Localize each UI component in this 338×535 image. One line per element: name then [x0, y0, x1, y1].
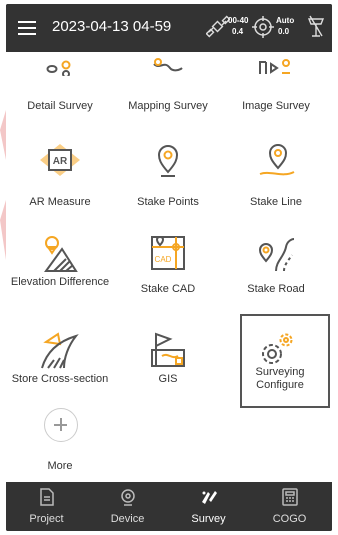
tile-stake-road[interactable]: Stake Road	[222, 217, 330, 317]
tile-label: Mapping Survey	[128, 100, 208, 112]
more-button[interactable]	[44, 408, 78, 442]
app-frame: 2023-04-13 04-59 00-40 0.4 Auto 0.0 Deta…	[6, 4, 332, 531]
tile-label: GIS	[158, 373, 178, 385]
status-bar: 2023-04-13 04-59 00-40 0.4 Auto 0.0	[6, 4, 332, 52]
tab-device[interactable]: Device	[87, 482, 168, 531]
tile-label: Store Cross-section	[11, 373, 109, 385]
elevation-difference-icon	[44, 236, 78, 272]
rover-icon[interactable]	[306, 14, 326, 40]
project-icon	[40, 488, 54, 506]
background-watermark-shape	[0, 110, 6, 260]
selection-highlight	[240, 314, 330, 408]
tile-label: Stake Points	[137, 196, 199, 208]
stake-road-icon	[258, 238, 295, 272]
tab-label: Project	[29, 513, 64, 525]
cad-badge: CAD	[155, 255, 172, 264]
more-label: More	[47, 460, 73, 472]
bottom-tab-bar: Project Device Survey COGO	[6, 482, 332, 531]
tile-label: Stake Road	[247, 283, 305, 295]
tab-label: Device	[110, 513, 145, 525]
stake-cad-icon: CAD	[151, 235, 185, 270]
status-datetime: 2023-04-13 04-59	[52, 18, 172, 35]
tile-label: Stake CAD	[140, 283, 196, 295]
tile-stake-points[interactable]: Stake Points	[114, 124, 222, 224]
tile-ar-measure[interactable]: AR AR Measure	[6, 124, 114, 224]
tile-label: Detail Survey	[27, 100, 93, 112]
satellite-value: 0.4	[232, 27, 244, 36]
tile-store-cross-section[interactable]: Store Cross-section	[6, 314, 114, 414]
tile-elevation-difference[interactable]: Elevation Difference	[6, 217, 114, 317]
menu-icon[interactable]	[18, 21, 36, 35]
tile-label: Stake Line	[250, 196, 302, 208]
tile-label: AR Measure	[29, 196, 91, 208]
satellite-icon	[206, 15, 230, 38]
store-cross-section-icon	[41, 332, 79, 369]
cogo-icon	[282, 488, 298, 506]
ar-badge: AR	[53, 156, 68, 167]
tab-survey[interactable]: Survey	[168, 482, 249, 531]
fix-status[interactable]: Auto 0.0	[252, 12, 296, 42]
satellite-count: 00-40	[228, 16, 249, 25]
satellite-status[interactable]: 00-40 0.4	[206, 12, 250, 42]
tab-label: Survey	[191, 513, 226, 525]
tab-label: COGO	[272, 513, 307, 525]
survey-icon	[202, 491, 217, 504]
fix-mode: Auto	[276, 16, 295, 25]
tile-label: Elevation Difference	[10, 276, 110, 288]
device-icon	[121, 489, 135, 506]
detail-survey-icon	[46, 60, 71, 76]
tile-detail-survey[interactable]: Detail Survey	[6, 52, 114, 120]
tile-mapping-survey[interactable]: Mapping Survey	[114, 52, 222, 120]
tile-stake-line[interactable]: Stake Line	[222, 124, 330, 224]
crosshair-icon	[252, 16, 274, 38]
ar-measure-icon: AR	[40, 144, 80, 176]
stake-points-icon	[157, 145, 179, 177]
mapping-survey-icon	[153, 58, 183, 72]
tile-label: Image Survey	[242, 100, 310, 112]
image-survey-icon	[259, 59, 290, 74]
stake-line-icon	[259, 144, 295, 176]
fix-value: 0.0	[278, 27, 290, 36]
tile-stake-cad[interactable]: CAD Stake CAD	[114, 217, 222, 317]
tab-project[interactable]: Project	[6, 482, 87, 531]
tile-image-survey[interactable]: Image Survey	[222, 52, 330, 120]
tile-gis[interactable]: GIS	[114, 314, 222, 414]
gis-icon	[151, 332, 185, 367]
tab-cogo[interactable]: COGO	[249, 482, 330, 531]
survey-menu-grid: Detail Survey Mapping Survey Image Surve…	[6, 52, 332, 482]
